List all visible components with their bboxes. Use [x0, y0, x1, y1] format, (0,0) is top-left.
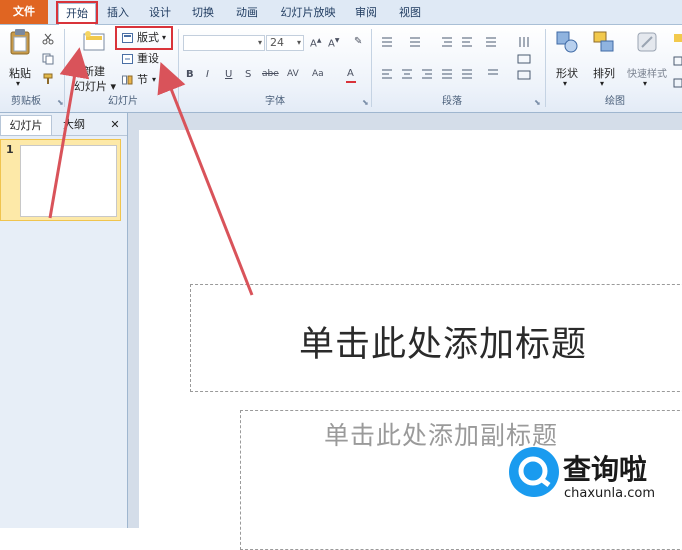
arrow-to-home-tab: [48, 47, 90, 219]
watermark-logo: [509, 447, 559, 497]
watermark-brand: 查询啦: [563, 453, 648, 486]
search-icon: [518, 456, 551, 487]
arrow-to-layout: [157, 62, 254, 296]
watermark-url: chaxunla.com: [564, 486, 655, 501]
